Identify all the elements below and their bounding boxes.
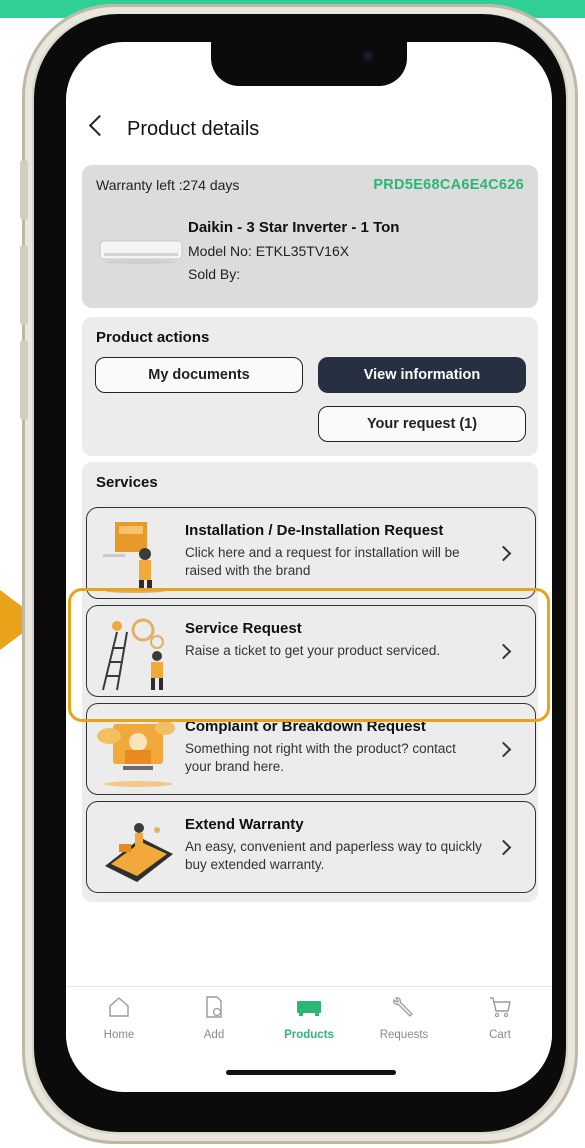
product-code: PRD5E68CA6E4C626 <box>373 177 524 193</box>
nav-item-cart[interactable]: Cart <box>460 995 540 1043</box>
chevron-right-icon <box>495 741 512 758</box>
nav-label: Products <box>284 1029 334 1041</box>
add-document-icon <box>206 996 222 1018</box>
product-model: Model No: ETKL35TV16X <box>188 243 350 259</box>
extend-warranty-item[interactable]: Extend Warranty An easy, convenient and … <box>86 801 536 893</box>
nav-label: Cart <box>489 1029 511 1041</box>
product-summary-card: Warranty left :274 days PRD5E68CA6E4C626… <box>82 165 538 308</box>
installation-illustration <box>103 522 165 593</box>
products-icon <box>297 1001 321 1016</box>
your-request-button[interactable]: Your request (1) <box>318 406 526 442</box>
app-screen: Product details Warranty left :274 days … <box>66 42 552 1092</box>
view-information-button[interactable]: View information <box>318 357 526 393</box>
nav-item-requests[interactable]: Requests <box>364 995 444 1043</box>
product-name: Daikin - 3 Star Inverter - 1 Ton <box>188 219 400 236</box>
nav-item-products[interactable]: Products <box>269 995 349 1043</box>
phone-notch <box>211 42 407 86</box>
my-documents-button[interactable]: My documents <box>95 357 303 393</box>
nav-item-add[interactable]: Add <box>174 995 254 1043</box>
air-conditioner-image <box>99 240 183 264</box>
warranty-illustration <box>105 823 173 882</box>
support-agent-illustration <box>97 721 175 787</box>
services-title: Services <box>96 474 158 491</box>
product-actions-title: Product actions <box>96 329 210 346</box>
home-icon <box>109 997 129 1017</box>
nav-label: Requests <box>379 1029 429 1041</box>
phone-volume-up <box>20 245 28 325</box>
chevron-right-icon <box>495 545 512 562</box>
nav-label: Add <box>203 1029 225 1041</box>
app-header: Product details <box>66 110 552 150</box>
phone-silent-switch <box>20 160 28 220</box>
chevron-right-icon <box>495 839 512 856</box>
bottom-navigation: Home Add Products Requests Cart <box>66 986 552 1057</box>
service-item-title: Extend Warranty <box>185 816 304 833</box>
nav-label: Home <box>103 1029 135 1041</box>
phone-volume-down <box>20 340 28 420</box>
back-chevron-icon[interactable] <box>88 114 111 137</box>
warranty-left-label: Warranty left :274 days <box>96 177 240 193</box>
service-item-desc: An easy, convenient and paperless way to… <box>185 839 482 872</box>
product-sold-by: Sold By: <box>188 266 241 282</box>
installation-request-item[interactable]: Installation / De-Installation Request C… <box>86 507 536 599</box>
product-actions-card: Product actions My documents View inform… <box>82 317 538 456</box>
service-item-title: Installation / De-Installation Request <box>185 522 444 539</box>
page-title: Product details <box>127 118 260 140</box>
wrench-icon <box>393 997 413 1017</box>
cart-icon <box>490 997 511 1018</box>
service-request-highlight <box>68 588 550 722</box>
service-item-desc: Something not right with the product? co… <box>185 741 456 774</box>
home-indicator[interactable] <box>226 1070 396 1075</box>
front-camera-icon <box>362 50 374 62</box>
service-item-desc: Click here and a request for installatio… <box>185 545 460 578</box>
nav-item-home[interactable]: Home <box>79 995 159 1043</box>
